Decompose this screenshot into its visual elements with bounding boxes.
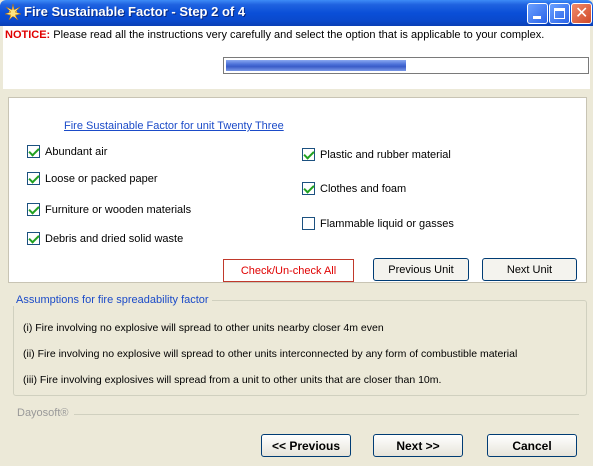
checkbox-box[interactable] xyxy=(27,145,40,158)
assumption-item: (ii) Fire involving no explosive will sp… xyxy=(23,348,518,360)
factors-panel: Fire Sustainable Factor for unit Twenty … xyxy=(8,97,587,283)
checkbox-label: Furniture or wooden materials xyxy=(45,203,192,216)
checkbox-box[interactable] xyxy=(27,203,40,216)
assumption-item: (i) Fire involving no explosive will spr… xyxy=(23,322,384,334)
notice: NOTICE: Please read all the instructions… xyxy=(5,29,544,41)
maximize-icon xyxy=(554,8,565,19)
minimize-button[interactable] xyxy=(527,3,548,24)
checkbox-box[interactable] xyxy=(302,217,315,230)
checkbox-clothes-foam[interactable]: Clothes and foam xyxy=(302,182,406,195)
progress-fill xyxy=(226,60,406,71)
checkbox-label: Plastic and rubber material xyxy=(320,148,451,161)
checkbox-box[interactable] xyxy=(27,172,40,185)
notice-text: Please read all the instructions very ca… xyxy=(53,29,545,41)
factors-title-link[interactable]: Fire Sustainable Factor for unit Twenty … xyxy=(64,120,284,132)
maximize-button[interactable] xyxy=(549,3,570,24)
checkbox-label: Flammable liquid or gasses xyxy=(320,217,454,230)
checkbox-box[interactable] xyxy=(27,232,40,245)
previous-unit-button[interactable]: Previous Unit xyxy=(373,258,469,281)
notice-label: NOTICE: xyxy=(5,29,51,41)
checkbox-debris-waste[interactable]: Debris and dried solid waste xyxy=(27,232,183,245)
header-area: NOTICE: Please read all the instructions… xyxy=(3,26,590,89)
minimize-icon xyxy=(533,16,541,19)
assumptions-title: Assumptions for fire spreadability facto… xyxy=(13,294,212,306)
assumption-item: (iii) Fire involving explosives will spr… xyxy=(23,374,442,386)
checkbox-flammable-liquid[interactable]: Flammable liquid or gasses xyxy=(302,217,454,230)
checkbox-plastic-rubber[interactable]: Plastic and rubber material xyxy=(302,148,451,161)
checkbox-abundant-air[interactable]: Abundant air xyxy=(27,145,107,158)
checkbox-furniture-wood[interactable]: Furniture or wooden materials xyxy=(27,203,191,216)
check-uncheck-all-button[interactable]: Check/Un-check All xyxy=(223,259,354,282)
brand-label: Dayosoft® xyxy=(17,407,69,419)
checkbox-label: Loose or packed paper xyxy=(45,172,158,185)
checkbox-label: Debris and dried solid waste xyxy=(45,232,184,245)
fire-sparkle-icon xyxy=(4,3,22,21)
title-bar[interactable]: Fire Sustainable Factor - Step 2 of 4 ✕ xyxy=(0,0,593,26)
wizard-progress-bar xyxy=(223,57,589,74)
close-button[interactable]: ✕ xyxy=(571,3,592,24)
checkbox-box[interactable] xyxy=(302,182,315,195)
checkbox-box[interactable] xyxy=(302,148,315,161)
checkbox-label: Abundant air xyxy=(45,145,108,158)
brand-divider xyxy=(74,414,579,415)
close-icon: ✕ xyxy=(575,5,589,22)
previous-button[interactable]: << Previous xyxy=(261,434,351,457)
next-unit-button[interactable]: Next Unit xyxy=(482,258,577,281)
window-title: Fire Sustainable Factor - Step 2 of 4 xyxy=(24,4,246,19)
next-button[interactable]: Next >> xyxy=(373,434,463,457)
checkbox-label: Clothes and foam xyxy=(320,182,407,195)
cancel-button[interactable]: Cancel xyxy=(487,434,577,457)
checkbox-loose-paper[interactable]: Loose or packed paper xyxy=(27,172,158,185)
